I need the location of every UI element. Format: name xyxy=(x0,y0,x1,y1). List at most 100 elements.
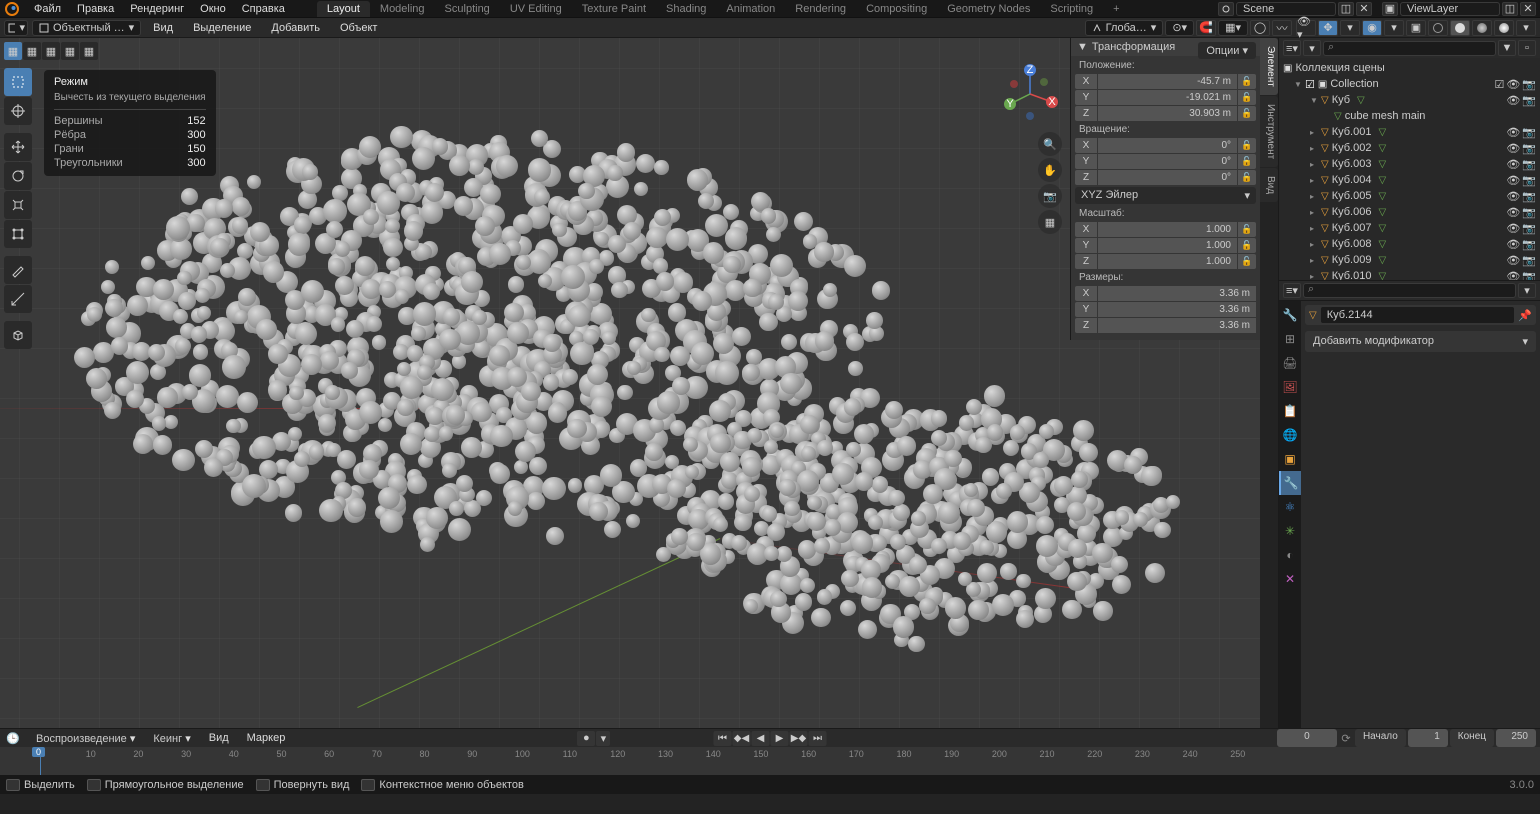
properties-options[interactable]: ▾ xyxy=(1518,283,1536,298)
tool-transform[interactable] xyxy=(4,220,32,248)
workspace-tab-uv[interactable]: UV Editing xyxy=(500,1,572,17)
mode-dropdown[interactable]: Объектный …▾ xyxy=(32,20,141,36)
value-field[interactable]: 1.000 xyxy=(1098,222,1237,237)
object-name-field[interactable]: Куб.2144 xyxy=(1321,307,1515,323)
n-tab-item[interactable]: Элемент xyxy=(1260,38,1278,95)
value-field[interactable]: 3.36 m xyxy=(1098,286,1256,301)
value-field[interactable]: 0° xyxy=(1098,170,1237,185)
lock-icon[interactable]: 🔓 xyxy=(1238,90,1256,105)
viewlayer-name-field[interactable]: ViewLayer xyxy=(1400,2,1500,16)
lock-icon[interactable]: 🔓 xyxy=(1238,106,1256,121)
outliner-object[interactable]: ▸▽Куб.006▽👁📷 xyxy=(1279,204,1540,220)
outliner-display-mode[interactable]: ▾ xyxy=(1303,40,1321,56)
select-mode-intersect[interactable]: ▦ xyxy=(80,42,98,60)
shading-dropdown[interactable]: ▾ xyxy=(1516,20,1536,36)
outliner-new-collection-icon[interactable]: ▫ xyxy=(1518,40,1536,56)
shading-matprev[interactable] xyxy=(1472,20,1492,36)
timeline-editor-type[interactable]: 🕒▾ xyxy=(4,731,24,746)
property-tab[interactable]: 🖼 xyxy=(1279,375,1301,399)
camera-icon[interactable]: 📷 xyxy=(1038,184,1062,208)
workspace-tab-add[interactable]: + xyxy=(1103,1,1129,17)
n-tab-tool[interactable]: Инструмент xyxy=(1260,96,1278,167)
overlay-dropdown[interactable]: ▾ xyxy=(1384,20,1404,36)
timeline-keying-menu[interactable]: Кеинг ▾ xyxy=(147,730,196,747)
gizmo-toggle[interactable]: ✥ xyxy=(1318,20,1338,36)
scene-delete-icon[interactable]: ✕ xyxy=(1356,2,1372,16)
outliner-search-input[interactable] xyxy=(1323,41,1496,56)
property-tab[interactable]: 🌐 xyxy=(1279,423,1301,447)
viewlayer-delete-icon[interactable]: ✕ xyxy=(1520,2,1536,16)
workspace-tab-geonodes[interactable]: Geometry Nodes xyxy=(937,1,1040,17)
property-tab[interactable]: ✕ xyxy=(1279,567,1301,591)
outliner-object[interactable]: ▸▽Куб.003▽👁📷 xyxy=(1279,156,1540,172)
shading-wireframe[interactable] xyxy=(1428,20,1448,36)
visibility-dropdown[interactable]: 👁▾ xyxy=(1296,20,1316,36)
keyframe-prev-icon[interactable]: ◆◀ xyxy=(733,731,751,746)
menu-window[interactable]: Окно xyxy=(192,1,234,17)
timeline-marker-menu[interactable]: Маркер xyxy=(241,730,292,746)
tool-select-box[interactable] xyxy=(4,68,32,96)
playhead[interactable] xyxy=(40,747,41,775)
outliner-mesh-data[interactable]: ▽cube mesh main xyxy=(1279,108,1540,124)
nav-gizmo[interactable]: Z X Y xyxy=(1000,64,1060,124)
scene-new-icon[interactable]: ◫ xyxy=(1338,2,1354,16)
current-frame-field[interactable]: 0 xyxy=(1277,729,1337,747)
outliner-object[interactable]: ▸▽Куб.005▽👁📷 xyxy=(1279,188,1540,204)
property-tab[interactable]: ✳ xyxy=(1279,519,1301,543)
outliner-object[interactable]: ▸▽Куб.008▽👁📷 xyxy=(1279,236,1540,252)
persp-icon[interactable]: ▦ xyxy=(1038,210,1062,234)
zoom-icon[interactable]: 🔍 xyxy=(1038,132,1062,156)
workspace-tab-sculpting[interactable]: Sculpting xyxy=(435,1,500,17)
proportional-dropdown[interactable]: 〰 xyxy=(1272,20,1292,36)
overlay-toggle[interactable]: ◉ xyxy=(1362,20,1382,36)
rotation-mode-dropdown[interactable]: XYZ Эйлер▾ xyxy=(1075,187,1256,204)
tool-move[interactable] xyxy=(4,133,32,161)
property-tab[interactable]: 🔧 xyxy=(1279,303,1301,327)
jump-end-icon[interactable]: ⏭ xyxy=(809,731,827,746)
properties-editor-type[interactable]: ≡▾ xyxy=(1283,283,1301,298)
menu-render[interactable]: Рендеринг xyxy=(122,1,192,17)
value-field[interactable]: 0° xyxy=(1098,154,1237,169)
outliner-object[interactable]: ▸▽Куб.004▽👁📷 xyxy=(1279,172,1540,188)
scene-browse-icon[interactable] xyxy=(1218,2,1234,16)
tool-cursor[interactable] xyxy=(4,97,32,125)
workspace-tab-animation[interactable]: Animation xyxy=(716,1,785,17)
timeline-track[interactable]: 0102030405060708090100110120130140150160… xyxy=(0,747,1540,775)
lock-icon[interactable]: 🔓 xyxy=(1238,238,1256,253)
workspace-tab-scripting[interactable]: Scripting xyxy=(1040,1,1103,17)
lock-icon[interactable]: 🔓 xyxy=(1238,254,1256,269)
tool-add-cube[interactable] xyxy=(4,321,32,349)
lock-icon[interactable]: 🔓 xyxy=(1238,154,1256,169)
value-field[interactable]: 1.000 xyxy=(1098,238,1237,253)
workspace-tab-shading[interactable]: Shading xyxy=(656,1,716,17)
select-mode-subtract[interactable]: ▦ xyxy=(42,42,60,60)
play-icon[interactable]: ▶ xyxy=(771,731,789,746)
value-field[interactable]: 1.000 xyxy=(1098,254,1237,269)
viewport-3d[interactable]: ▦ ▦ ▦ ▦ ▦ Режим Вычесть из текущего выде… xyxy=(0,38,1260,728)
property-tab[interactable]: 🔧 xyxy=(1279,471,1301,495)
workspace-tab-rendering[interactable]: Rendering xyxy=(785,1,856,17)
workspace-tab-modeling[interactable]: Modeling xyxy=(370,1,435,17)
viewlayer-browse-icon[interactable]: ▣ xyxy=(1382,2,1398,16)
editor-type-dropdown[interactable]: ▾ xyxy=(4,20,28,36)
add-modifier-dropdown[interactable]: Добавить модификатор▾ xyxy=(1305,331,1536,352)
value-field[interactable]: -19.021 m xyxy=(1098,90,1237,105)
orientation-dropdown[interactable]: Глоба…▾ xyxy=(1085,20,1164,36)
header-object[interactable]: Объект xyxy=(332,20,385,36)
keyframe-next-icon[interactable]: ▶◆ xyxy=(790,731,808,746)
outliner-object[interactable]: ▸▽Куб.001▽👁📷 xyxy=(1279,124,1540,140)
lock-icon[interactable]: 🔓 xyxy=(1238,74,1256,89)
scene-name-field[interactable]: Scene xyxy=(1236,2,1336,16)
workspace-tab-layout[interactable]: Layout xyxy=(317,1,370,17)
outliner-object[interactable]: ▸▽Куб.010▽👁📷 xyxy=(1279,268,1540,280)
menu-file[interactable]: Файл xyxy=(26,1,69,17)
value-field[interactable]: 3.36 m xyxy=(1098,302,1256,317)
header-view[interactable]: Вид xyxy=(145,20,181,36)
tool-rotate[interactable] xyxy=(4,162,32,190)
value-field[interactable]: -45.7 m xyxy=(1098,74,1237,89)
tool-measure[interactable] xyxy=(4,285,32,313)
snap-dropdown[interactable]: ▦▾ xyxy=(1218,20,1248,36)
timeline-playback-menu[interactable]: Воспроизведение ▾ xyxy=(30,730,141,747)
jump-start-icon[interactable]: ⏮ xyxy=(714,731,732,746)
workspace-tab-compositing[interactable]: Compositing xyxy=(856,1,937,17)
